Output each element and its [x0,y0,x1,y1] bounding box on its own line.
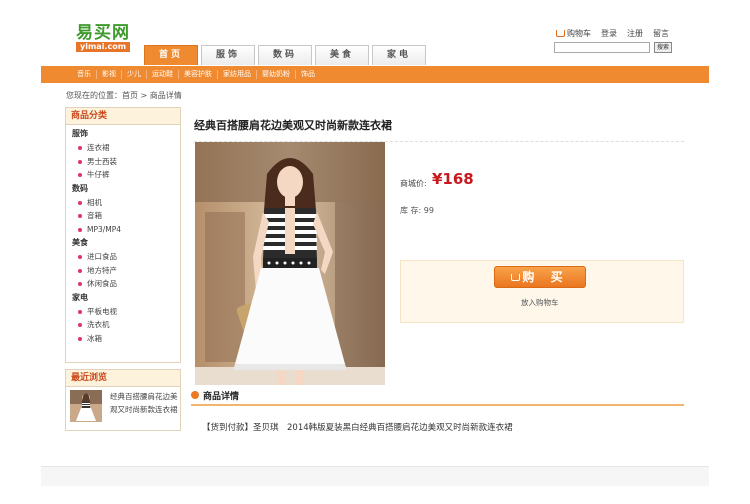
category-group[interactable]: 家电 [66,291,180,305]
cart-link[interactable]: 购物车 [556,28,591,39]
cart-icon [556,30,565,37]
site-logo[interactable]: 易买网 yimai.com [76,24,136,52]
tab-digital[interactable]: 数码 [258,45,312,65]
details-header: 商品详情 [191,388,684,406]
subnav-item[interactable]: 少儿 [122,70,147,79]
category-item[interactable]: 连衣裙 [66,141,180,155]
cart-icon [511,274,521,281]
category-item[interactable]: 地方特产 [66,264,180,278]
tab-appliances[interactable]: 家电 [372,45,426,65]
top-links: 购物车 登录 注册 留言 [556,28,669,39]
subnav-item[interactable]: 饰品 [296,70,320,79]
message-link[interactable]: 留言 [653,28,669,39]
category-title: 商品分类 [66,108,180,125]
subnav-item[interactable]: 音乐 [72,70,97,79]
login-link[interactable]: 登录 [601,28,617,39]
register-link[interactable]: 注册 [627,28,643,39]
search-input[interactable] [554,42,650,53]
bullet-icon [191,391,199,399]
details-text: 【货到付款】圣贝琪 2014韩版夏装黑白经典百搭腰肩花边美观又时尚新款连衣裙 [202,423,513,433]
price-label: 商城价: [400,179,427,188]
buy-button[interactable]: 购 买 [494,266,586,288]
subnav-item[interactable]: 家纺用品 [218,70,257,79]
recent-product-link[interactable]: 经典百搭腰肩花边美观又时尚新款连衣裙 [110,390,178,416]
category-panel: 商品分类 服饰 连衣裙 男士西装 牛仔裤 数码 相机 音箱 MP3/MP4 美食… [65,107,181,363]
category-item[interactable]: 相机 [66,196,180,210]
subnav-item[interactable]: 运动鞋 [147,70,179,79]
logo-domain: yimai.com [76,42,131,52]
tab-home[interactable]: 首页 [144,45,198,65]
product-image [195,142,385,385]
category-item[interactable]: 牛仔裤 [66,168,180,182]
category-group[interactable]: 服饰 [66,127,180,141]
tab-food[interactable]: 美食 [315,45,369,65]
buy-label: 购 买 [522,270,569,284]
add-to-cart-link[interactable]: 放入购物车 [521,297,559,308]
product-title: 经典百搭腰肩花边美观又时尚新款连衣裙 [194,119,392,132]
category-item[interactable]: 进口食品 [66,250,180,264]
subnav-item[interactable]: 婴幼奶粉 [257,70,296,79]
logo-name: 易买网 [76,23,130,43]
sub-nav: 音乐 影视 少儿 运动鞋 美容护肤 家纺用品 婴幼奶粉 饰品 [41,66,709,83]
category-item[interactable]: 音箱 [66,209,180,223]
subnav-item[interactable]: 美容护肤 [179,70,218,79]
stock-info: 库 存: 99 [400,206,434,215]
category-item[interactable]: 男士西装 [66,155,180,169]
category-item[interactable]: 冰箱 [66,332,180,346]
category-item[interactable]: 休闲食品 [66,277,180,291]
recent-title: 最近浏览 [66,370,180,387]
details-title: 商品详情 [203,392,240,402]
recent-product-thumbnail[interactable] [70,390,102,422]
category-group[interactable]: 数码 [66,182,180,196]
category-item[interactable]: MP3/MP4 [66,223,180,237]
footer [41,466,709,486]
main-nav: 首页 服饰 数码 美食 家电 [144,45,426,65]
subnav-item[interactable]: 影视 [97,70,122,79]
category-group[interactable]: 美食 [66,236,180,250]
recent-panel: 最近浏览 经典百搭腰肩花边美观又时尚新款连衣裙 [65,369,181,431]
search-button[interactable]: 搜索 [654,42,672,53]
product-price: ¥168 [432,170,474,188]
category-item[interactable]: 平板电视 [66,305,180,319]
tab-apparel[interactable]: 服饰 [201,45,255,65]
category-item[interactable]: 洗衣机 [66,318,180,332]
breadcrumb: 您现在的位置：首页 > 商品详情 [66,91,182,100]
